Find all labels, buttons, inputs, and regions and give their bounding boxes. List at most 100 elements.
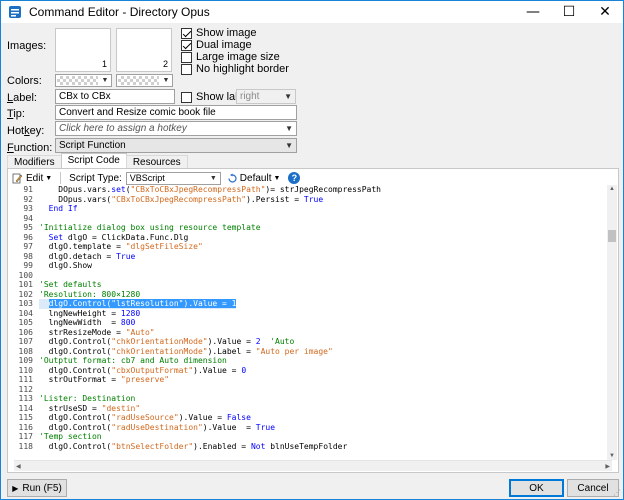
code-line[interactable]: 96 Set dlgO = ClickData.Func.Dlg xyxy=(14,233,618,243)
checkbox-box[interactable] xyxy=(181,91,192,103)
code-line[interactable]: 113 'Lister: Destination xyxy=(14,394,618,404)
code-text[interactable]: strUseSD = "destin" xyxy=(39,404,141,414)
code-line[interactable]: 99 dlgO.Show xyxy=(14,261,618,271)
code-line[interactable]: 110 dlgO.Control("cbxOutputFormat").Valu… xyxy=(14,366,618,376)
maximize-button[interactable]: ☐ xyxy=(551,1,587,23)
code-line[interactable]: 98 dlgO.detach = True xyxy=(14,252,618,262)
checkbox-box[interactable] xyxy=(181,63,192,75)
code-text[interactable]: DOpus.vars("CBxToCBxJpegRecompressPath")… xyxy=(39,195,323,205)
scroll-up-icon[interactable]: ▲ xyxy=(609,186,615,192)
code-line[interactable]: 115 dlgO.Control("radUseSource").Value =… xyxy=(14,413,618,423)
cancel-button[interactable]: Cancel xyxy=(567,479,619,497)
horizontal-scrollbar[interactable]: ◀ ▶ xyxy=(14,460,612,471)
code-line[interactable]: 94 xyxy=(14,214,618,224)
show-image-checkbox[interactable]: Show image xyxy=(181,27,257,39)
background-color-picker[interactable]: ▼ xyxy=(116,74,173,87)
code-line[interactable]: 95 'Initialize dialog box using resource … xyxy=(14,223,618,233)
code-text[interactable]: 'Outptut format: cb7 and Auto dimension xyxy=(39,356,227,366)
scroll-down-icon[interactable]: ▼ xyxy=(609,453,615,459)
code-line[interactable]: 91 DOpus.vars.set("CBxToCBxJpegRecompres… xyxy=(14,185,618,195)
code-line[interactable]: 104 lngNewHeight = 1280 xyxy=(14,309,618,319)
function-select[interactable]: Script Function ▼ xyxy=(55,138,297,153)
label-label: Label: xyxy=(7,92,37,104)
code-line[interactable]: 116 dlgO.Control("radUseDestination").Va… xyxy=(14,423,618,433)
code-text[interactable]: dlgO.Control("radUseSource").Value = Fal… xyxy=(39,413,251,423)
code-text[interactable]: 'Initialize dialog box using resource te… xyxy=(39,223,261,233)
line-number: 101 xyxy=(18,280,33,289)
edit-icon xyxy=(12,173,23,183)
vertical-scroll-thumb[interactable] xyxy=(608,230,616,242)
code-line[interactable]: 112 xyxy=(14,385,618,395)
code-text[interactable]: End If xyxy=(39,204,78,214)
edit-menu-button[interactable]: Edit ▼ xyxy=(12,173,52,184)
code-text[interactable]: dlgO.Control("lstResolution").Value = 1 xyxy=(39,299,237,309)
dual-image-checkbox[interactable]: Dual image xyxy=(181,39,252,51)
help-icon[interactable]: ? xyxy=(288,172,301,184)
code-line[interactable]: 103 dlgO.Control("lstResolution").Value … xyxy=(14,299,618,309)
code-line[interactable]: 111 strOutFormat = "preserve" xyxy=(14,375,618,385)
code-text[interactable]: 'Resolution: 800×1280 xyxy=(39,290,140,300)
image-slot-2[interactable]: 2 xyxy=(116,28,172,72)
code-line[interactable]: 114 strUseSD = "destin" xyxy=(14,404,618,414)
ok-button[interactable]: OK xyxy=(509,479,564,497)
hotkey-input[interactable]: Click here to assign a hotkey ▼ xyxy=(55,121,297,136)
code-text[interactable]: 'Lister: Destination xyxy=(39,394,135,404)
checkbox-box[interactable] xyxy=(181,51,192,63)
code-text[interactable]: DOpus.vars.set("CBxToCBxJpegRecompressPa… xyxy=(39,185,381,195)
close-button[interactable]: ✕ xyxy=(587,1,623,23)
code-text[interactable]: dlgO.template = "dlgSetFileSize" xyxy=(39,242,203,252)
label-position-select[interactable]: right ▼ xyxy=(236,89,296,104)
code-line[interactable]: 102 'Resolution: 800×1280 xyxy=(14,290,618,300)
run-button[interactable]: ▶ Run (F5) xyxy=(7,479,67,497)
script-type-select[interactable]: VBScript ▼ xyxy=(125,171,221,185)
minimize-button[interactable]: — xyxy=(515,1,551,23)
code-editor[interactable]: 91 DOpus.vars.set("CBxToCBxJpegRecompres… xyxy=(14,185,618,460)
code-text[interactable]: strOutFormat = "preserve" xyxy=(39,375,169,385)
code-text[interactable]: 'Temp section xyxy=(39,432,102,442)
code-line[interactable]: 93 End If xyxy=(14,204,618,214)
code-line[interactable]: 100 xyxy=(14,271,618,281)
code-text[interactable]: 'Set defaults xyxy=(39,280,102,290)
code-text[interactable]: strResizeMode = "Auto" xyxy=(39,328,155,338)
code-line[interactable]: 109 'Outptut format: cb7 and Auto dimensi… xyxy=(14,356,618,366)
code-text[interactable]: dlgO.detach = True xyxy=(39,252,136,262)
code-text[interactable]: dlgO.Control("chkOrientationMode").Label… xyxy=(39,347,333,357)
code-line[interactable]: 106 strResizeMode = "Auto" xyxy=(14,328,618,338)
no-highlight-border-checkbox[interactable]: No highlight border xyxy=(181,63,289,75)
label-input[interactable]: CBx to CBx xyxy=(55,89,175,104)
code-text[interactable]: dlgO.Control("btnSelectFolder").Enabled … xyxy=(39,442,348,452)
colors-label: Colors: xyxy=(7,75,42,87)
code-line[interactable]: 92 DOpus.vars("CBxToCBxJpegRecompressPat… xyxy=(14,195,618,205)
tip-input[interactable]: Convert and Resize comic book file xyxy=(55,105,297,120)
default-button[interactable]: Default ▼ xyxy=(227,173,280,184)
tab-modifiers[interactable]: Modifiers xyxy=(7,155,62,169)
code-text[interactable]: dlgO.Control("chkOrientationMode").Value… xyxy=(39,337,295,347)
reset-icon xyxy=(228,173,237,183)
code-line[interactable]: 117 'Temp section xyxy=(14,432,618,442)
code-text[interactable]: Set dlgO = ClickData.Func.Dlg xyxy=(39,233,189,243)
code-text[interactable]: lngNewHeight = 1280 xyxy=(39,309,141,319)
scroll-right-icon[interactable]: ▶ xyxy=(605,463,610,470)
code-line[interactable]: 118 dlgO.Control("btnSelectFolder").Enab… xyxy=(14,442,618,452)
code-line[interactable]: 107 dlgO.Control("chkOrientationMode").V… xyxy=(14,337,618,347)
tab-resources[interactable]: Resources xyxy=(125,155,188,169)
code-line[interactable]: 101 'Set defaults xyxy=(14,280,618,290)
checkbox-box[interactable] xyxy=(181,39,192,51)
code-text[interactable]: dlgO.Control("cbxOutputFormat").Value = … xyxy=(39,366,247,376)
checkbox-box[interactable] xyxy=(181,27,192,39)
code-text[interactable]: dlgO.Control("radUseDestination").Value … xyxy=(39,423,275,433)
code-line[interactable]: 108 dlgO.Control("chkOrientationMode").L… xyxy=(14,347,618,357)
code-text[interactable]: dlgO.Show xyxy=(39,261,92,271)
vertical-scrollbar[interactable]: ▲ ▼ xyxy=(607,185,617,460)
chevron-down-icon: ▼ xyxy=(45,174,53,182)
tab-script-code[interactable]: Script Code xyxy=(60,153,127,169)
script-code-panel: Edit ▼ Script Type: VBScript ▼ Default ▼… xyxy=(7,168,619,473)
large-image-size-checkbox[interactable]: Large image size xyxy=(181,51,280,63)
code-line[interactable]: 105 lngNewWidth = 800 xyxy=(14,318,618,328)
scroll-left-icon[interactable]: ◀ xyxy=(16,463,21,470)
code-text[interactable]: lngNewWidth = 800 xyxy=(39,318,136,328)
text-color-picker[interactable]: ▼ xyxy=(55,74,112,87)
resize-grip-icon[interactable]: ⋰ xyxy=(613,488,621,497)
code-line[interactable]: 97 dlgO.template = "dlgSetFileSize" xyxy=(14,242,618,252)
image-slot-1[interactable]: 1 xyxy=(55,28,111,72)
